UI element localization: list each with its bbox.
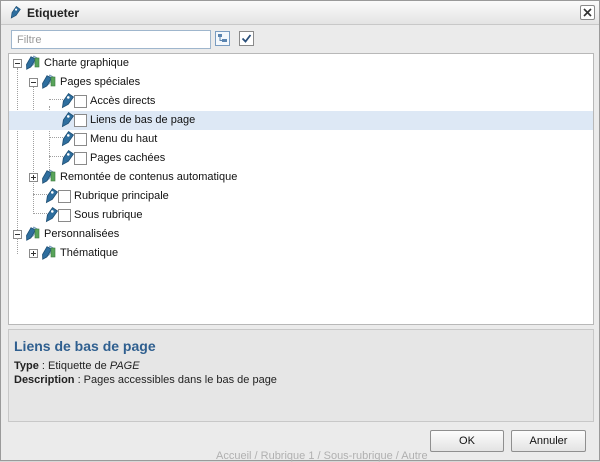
- description-value: : Pages accessibles dans le bas de page: [74, 374, 277, 386]
- tree-node-rubrique-principale[interactable]: Rubrique principale: [9, 187, 593, 206]
- checkmark-icon: [241, 34, 252, 43]
- tag-folder-icon: [40, 245, 56, 262]
- tree-node-charte-graphique[interactable]: Charte graphique: [9, 54, 593, 73]
- minus-icon: [15, 234, 20, 235]
- expand-toggle[interactable]: [29, 249, 38, 258]
- tag-icon: [8, 6, 22, 20]
- tree-node-label: Thématique: [60, 247, 119, 259]
- tree-node-label: Pages cachées: [90, 152, 166, 164]
- tag-checkbox[interactable]: [74, 114, 87, 127]
- tag-icon: [59, 93, 75, 110]
- tree-connector: [17, 238, 18, 254]
- tag-checkbox[interactable]: [74, 152, 87, 165]
- tree-node-label: Pages spéciales: [60, 76, 141, 88]
- collapse-toggle[interactable]: [13, 59, 22, 68]
- tag-folder-icon: [40, 169, 56, 186]
- tree-node-label: Rubrique principale: [74, 190, 169, 202]
- plus-icon: [31, 251, 36, 256]
- details-description: Description : Pages accessibles dans le …: [14, 374, 277, 386]
- cancel-button[interactable]: Annuler: [511, 430, 586, 452]
- tree-node-thematique[interactable]: Thématique: [9, 244, 593, 263]
- plus-icon: [31, 175, 36, 180]
- details-title: Liens de bas de page: [14, 338, 156, 354]
- expand-all-icon: [218, 34, 227, 42]
- filter-input[interactable]: [11, 30, 211, 49]
- tree-node-label: Charte graphique: [44, 57, 130, 69]
- tag-icon: [59, 150, 75, 167]
- etiqueter-dialog: Etiqueter Charte graphique: [0, 0, 600, 462]
- tag-checkbox[interactable]: [58, 209, 71, 222]
- tag-folder-icon: [40, 74, 56, 91]
- type-label: Type: [14, 360, 39, 372]
- collapse-toggle[interactable]: [29, 78, 38, 87]
- tree-node-sous-rubrique[interactable]: Sous rubrique: [9, 206, 593, 225]
- tree-node-pages-cachees[interactable]: Pages cachées: [9, 149, 593, 168]
- tag-icon: [59, 131, 75, 148]
- tree-node-label: Liens de bas de page: [90, 114, 196, 126]
- tree-node-liens-de-bas-de-page[interactable]: Liens de bas de page: [9, 111, 593, 130]
- check-all-button[interactable]: [239, 31, 254, 46]
- close-button[interactable]: [580, 5, 595, 20]
- tree-node-label: Personnalisées: [44, 228, 120, 240]
- tag-checkbox[interactable]: [74, 95, 87, 108]
- tree-node-label: Remontée de contenus automatique: [60, 171, 238, 183]
- tag-checkbox[interactable]: [74, 133, 87, 146]
- tree-node-menu-du-haut[interactable]: Menu du haut: [9, 130, 593, 149]
- minus-icon: [31, 82, 36, 83]
- tag-icon: [43, 207, 59, 224]
- ok-button[interactable]: OK: [430, 430, 504, 452]
- type-prefix: : Etiquette de: [38, 360, 110, 372]
- background-breadcrumb: Accueil / Rubrique 1 / Sous-rubrique / A…: [216, 450, 428, 462]
- tag-icon: [59, 112, 75, 129]
- details-panel: Liens de bas de page Type : Etiquette de…: [8, 329, 594, 422]
- tree-node-personnalisees[interactable]: Personnalisées: [9, 225, 593, 244]
- details-type: Type : Etiquette de PAGE: [14, 360, 140, 372]
- description-label: Description: [14, 374, 75, 386]
- expand-toggle[interactable]: [29, 173, 38, 182]
- tag-tree[interactable]: Charte graphique Pages spéciales Accès d…: [8, 53, 594, 325]
- tree-node-label: Accès directs: [90, 95, 156, 107]
- dialog-titlebar[interactable]: Etiqueter: [1, 1, 599, 25]
- dialog-title: Etiqueter: [27, 6, 80, 20]
- tag-checkbox[interactable]: [58, 190, 71, 203]
- tree-node-acces-directs[interactable]: Accès directs: [9, 92, 593, 111]
- tree-node-remontee-contenus[interactable]: Remontée de contenus automatique: [9, 168, 593, 187]
- expand-all-button[interactable]: [215, 31, 230, 46]
- tag-icon: [43, 188, 59, 205]
- tree-node-label: Menu du haut: [90, 133, 158, 145]
- minus-icon: [15, 63, 20, 64]
- close-icon: [583, 8, 592, 17]
- tree-node-label: Sous rubrique: [74, 209, 143, 221]
- tag-folder-icon: [24, 226, 40, 243]
- type-value: PAGE: [109, 360, 140, 372]
- tag-folder-icon: [24, 55, 40, 72]
- tree-node-pages-speciales[interactable]: Pages spéciales: [9, 73, 593, 92]
